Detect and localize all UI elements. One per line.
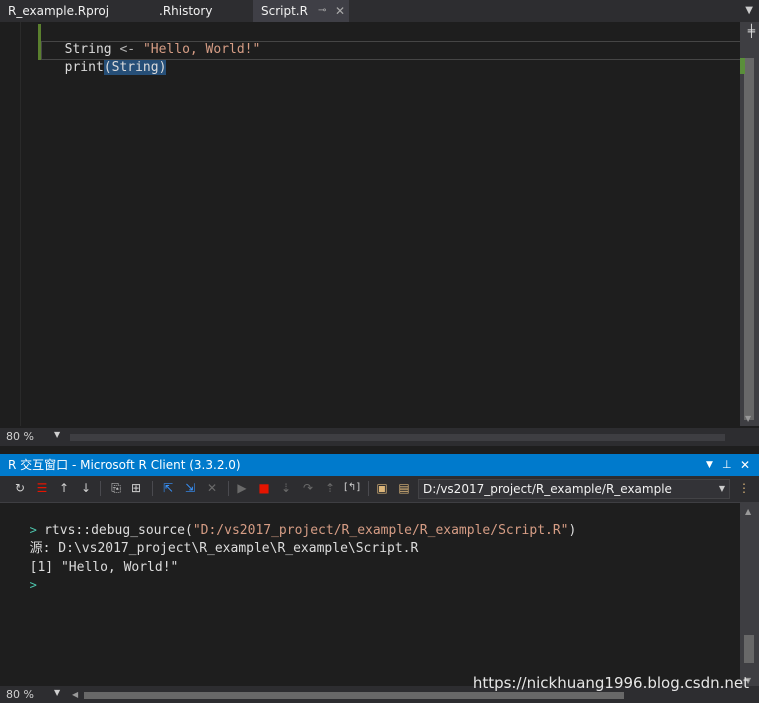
history-down-icon[interactable]: ↓ bbox=[78, 480, 94, 496]
zoom-dropdown-icon[interactable]: ▼ bbox=[54, 688, 60, 697]
pin-icon[interactable]: ⊥ bbox=[722, 454, 732, 476]
toolbar-separator bbox=[368, 481, 369, 496]
code-editor[interactable] bbox=[0, 22, 740, 426]
load-workspace-icon[interactable]: ⎘ bbox=[108, 480, 124, 496]
split-icon[interactable]: ╪ bbox=[748, 24, 755, 38]
scroll-left-arrow-icon[interactable]: ◀ bbox=[72, 690, 78, 699]
working-directory-select[interactable]: D:/vs2017_project/R_example/R_example ▼ bbox=[418, 479, 730, 499]
save-workspace-icon[interactable]: ⊞ bbox=[128, 480, 144, 496]
step-over-icon[interactable]: ↷ bbox=[300, 480, 316, 496]
editor-zoom-bar: 80 % ▼ bbox=[0, 428, 759, 446]
r-interactive-panel-title: R 交互窗口 - Microsoft R Client (3.3.2.0) ▼ … bbox=[0, 454, 759, 476]
console-line-3: [1] "Hello, World!" bbox=[14, 539, 179, 575]
stop-icon[interactable]: ■ bbox=[256, 480, 272, 496]
set-working-dir-icon[interactable]: ▤ bbox=[396, 480, 412, 496]
clear-icon[interactable]: ☰ bbox=[34, 480, 50, 496]
editor-vertical-scrollbar[interactable] bbox=[740, 22, 759, 426]
console-line-1: > rtvs::debug_source("D:/vs2017_project/… bbox=[14, 502, 577, 538]
tab-rhistory[interactable]: .Rhistory bbox=[159, 0, 249, 22]
console-horizontal-scroll-thumb[interactable] bbox=[84, 692, 624, 699]
toolbar-separator bbox=[152, 481, 153, 496]
pin-icon[interactable]: ⊸ bbox=[318, 0, 326, 22]
tab-script-r[interactable]: Script.R ⊸ ✕ bbox=[253, 0, 349, 22]
tab-label: Script.R bbox=[261, 4, 308, 18]
editor-gutter bbox=[0, 22, 21, 426]
watermark-text: https://nickhuang1996.blog.csdn.net bbox=[472, 674, 749, 692]
scrollbar-thumb[interactable] bbox=[744, 635, 754, 663]
folder-icon[interactable]: ▣ bbox=[374, 480, 390, 496]
code-function: print bbox=[64, 60, 104, 75]
step-into-icon[interactable]: ⇣ bbox=[278, 480, 294, 496]
code-line-2[interactable]: print(String) bbox=[49, 41, 167, 75]
chevron-down-icon[interactable]: ▼ bbox=[745, 0, 753, 22]
zoom-dropdown-icon[interactable]: ▼ bbox=[54, 430, 60, 439]
console-output-line: [1] "Hello, World!" bbox=[29, 560, 179, 575]
editor-horizontal-scrollbar[interactable] bbox=[70, 434, 725, 441]
console-line-2: 源: D:\vs2017_project\R_example\R_example… bbox=[14, 520, 419, 556]
step-out-icon[interactable]: ⇡ bbox=[322, 480, 338, 496]
close-icon[interactable]: ✕ bbox=[335, 0, 345, 22]
execute-selection-icon[interactable]: [↰] bbox=[344, 480, 360, 496]
scroll-up-arrow-icon[interactable]: ▲ bbox=[745, 507, 751, 516]
console-command-close: ) bbox=[568, 523, 577, 538]
tab-label: .Rhistory bbox=[159, 4, 213, 18]
scrollbar-change-marker bbox=[740, 58, 745, 74]
code-selection: (String) bbox=[103, 60, 167, 75]
attach-debugger-icon[interactable]: ⇱ bbox=[160, 480, 176, 496]
console-zoom-level[interactable]: 80 % bbox=[6, 688, 34, 701]
tab-label: R_example.Rproj bbox=[8, 4, 110, 18]
code-line-1[interactable]: String <- "Hello, World!" bbox=[49, 23, 261, 57]
tab-r-example-rproj[interactable]: R_example.Rproj bbox=[8, 0, 148, 22]
scroll-down-arrow-icon[interactable]: ▼ bbox=[745, 414, 751, 423]
r-interactive-toolbar: ↻ ☰ ↑ ↓ ⎘ ⊞ ⇱ ⇲ ✕ ▶ ■ ⇣ ↷ ⇡ [↰] ▣ ▤ D:/v… bbox=[0, 476, 759, 503]
continue-icon[interactable]: ▶ bbox=[234, 480, 250, 496]
chevron-down-icon[interactable]: ▼ bbox=[719, 480, 725, 498]
document-tab-bar: R_example.Rproj .Rhistory Script.R ⊸ ✕ ▼ bbox=[0, 0, 759, 22]
toolbar-overflow-icon[interactable]: ⋮ bbox=[736, 480, 752, 496]
working-directory-value: D:/vs2017_project/R_example/R_example bbox=[423, 482, 672, 496]
reset-icon[interactable]: ↻ bbox=[12, 480, 28, 496]
stop-debug-icon[interactable]: ✕ bbox=[204, 480, 220, 496]
scrollbar-thumb[interactable] bbox=[744, 58, 754, 420]
panel-menu-icon[interactable]: ▼ bbox=[706, 454, 713, 476]
console-input-prompt: > bbox=[29, 578, 37, 592]
break-all-icon[interactable]: ⇲ bbox=[182, 480, 198, 496]
history-up-icon[interactable]: ↑ bbox=[56, 480, 72, 496]
console-input-line[interactable]: > bbox=[14, 557, 37, 592]
panel-title-text: R 交互窗口 - Microsoft R Client (3.3.2.0) bbox=[8, 458, 241, 472]
close-icon[interactable]: ✕ bbox=[740, 454, 750, 476]
toolbar-separator bbox=[228, 481, 229, 496]
console-vertical-scrollbar[interactable] bbox=[740, 503, 759, 687]
editor-zoom-level[interactable]: 80 % bbox=[6, 430, 34, 443]
toolbar-separator bbox=[100, 481, 101, 496]
